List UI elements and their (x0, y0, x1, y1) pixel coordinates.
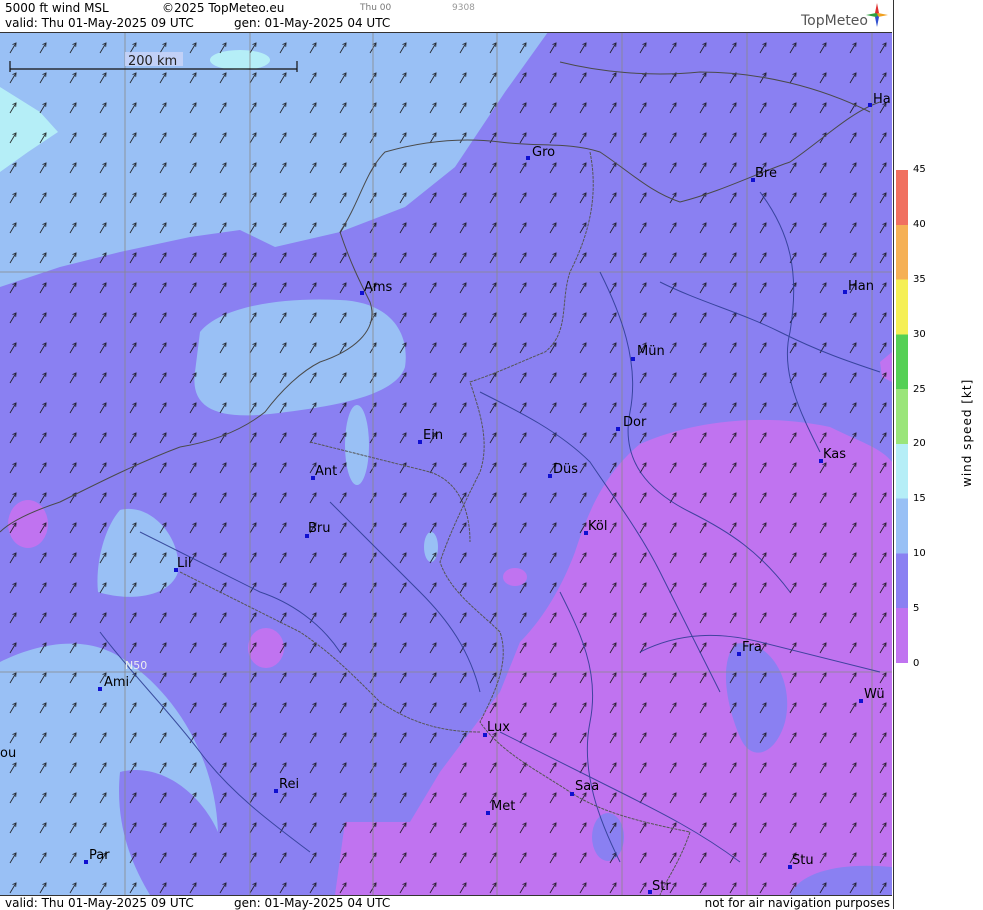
legend-tick: 35 (913, 274, 926, 285)
city-label: Wü (864, 687, 885, 702)
city-label: Ein (423, 428, 443, 443)
compass-star-icon (866, 3, 888, 27)
legend-title: wind speed [kt] (960, 378, 974, 487)
city-label: Ha (873, 92, 891, 107)
city-label: Met (491, 799, 515, 814)
legend-tick: 25 (913, 384, 926, 395)
city-label: Rei (279, 777, 299, 792)
city-label: Stu (792, 853, 814, 868)
copyright-text: ©2025 TopMeteo.eu (162, 1, 285, 15)
city-label: Saa (575, 779, 599, 794)
scale-label: 200 km (128, 54, 177, 69)
weather-map-view: 5000 ft wind MSL ©2025 TopMeteo.eu Thu 0… (0, 0, 983, 910)
city-label: Düs (553, 462, 578, 477)
legend-tick: 40 (913, 219, 926, 230)
city-label: Ant (315, 464, 337, 479)
city-label: Par (89, 848, 110, 863)
legend-tick: 5 (913, 603, 920, 614)
topmeteo-logo: TopMeteo (801, 13, 868, 29)
city-label: Bre (755, 166, 777, 181)
wind-speed-legend: 45 40 35 30 25 20 15 10 5 0 wind speed [… (893, 0, 983, 909)
generated-time: gen: 01-May-2025 04 UTC (234, 16, 391, 30)
footer-generated-time: gen: 01-May-2025 04 UTC (234, 896, 391, 910)
code-label: 9308 (452, 3, 475, 13)
footer-bar: valid: Thu 01-May-2025 09 UTC gen: 01-Ma… (0, 895, 892, 910)
legend-tick: 15 (913, 493, 926, 504)
legend-tick: 10 (913, 548, 926, 559)
legend-tick: 30 (913, 329, 926, 340)
city-label: Lux (487, 720, 510, 735)
latitude-label: N50 (125, 659, 147, 672)
city-label: Gro (532, 145, 555, 160)
city-label: Str (652, 879, 671, 894)
city-label: Bru (308, 521, 331, 536)
city-label: ou (0, 746, 16, 761)
header-bar: 5000 ft wind MSL ©2025 TopMeteo.eu Thu 0… (0, 0, 892, 33)
wind-map: 200 km N50 Gro Bre Ha Ams Han Mün Ein Do… (0, 32, 892, 895)
wind-arrow-field (0, 32, 892, 895)
city-label: Fra (742, 640, 762, 655)
city-label: Ams (364, 280, 393, 295)
city-label: Dor (623, 415, 647, 430)
legend-tick: 20 (913, 438, 926, 449)
disclaimer-text: not for air navigation purposes (704, 896, 890, 910)
product-title: 5000 ft wind MSL (5, 1, 109, 15)
day-marker: Thu 00 (360, 3, 392, 13)
legend-tick: 45 (913, 164, 926, 175)
city-label: Mün (637, 344, 665, 359)
color-scale-bar (896, 170, 908, 663)
valid-time: valid: Thu 01-May-2025 09 UTC (5, 16, 194, 30)
footer-valid-time: valid: Thu 01-May-2025 09 UTC (5, 896, 194, 910)
city-label: Han (848, 279, 874, 294)
legend-tick: 0 (913, 658, 920, 669)
city-label: Ami (104, 675, 129, 690)
city-label: Köl (588, 519, 607, 534)
city-label: Kas (823, 447, 846, 462)
city-label: Lil (177, 556, 191, 571)
